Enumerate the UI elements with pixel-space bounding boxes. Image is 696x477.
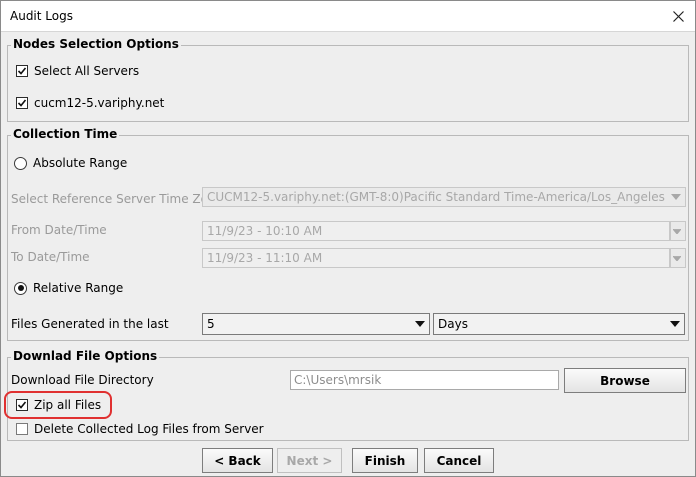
files-generated-unit-select[interactable]: Days <box>433 313 685 335</box>
browse-button[interactable]: Browse <box>564 368 686 393</box>
cancel-button[interactable]: Cancel <box>424 448 494 473</box>
select-all-servers-label: Select All Servers <box>34 64 140 78</box>
close-button[interactable] <box>661 1 695 32</box>
absolute-range-label: Absolute Range <box>33 156 128 170</box>
relative-range-label: Relative Range <box>33 281 124 295</box>
audit-logs-dialog: Audit Logs Nodes Selection Options Selec… <box>0 0 696 477</box>
checkbox-box[interactable] <box>16 423 28 435</box>
zip-all-files-checkbox[interactable]: Zip all Files <box>16 398 101 412</box>
next-button[interactable]: Next > <box>277 448 342 473</box>
files-generated-label: Files Generated in the last <box>11 317 169 331</box>
chevron-down-icon <box>411 314 429 334</box>
ref-time-zone-label: Select Reference Server Time Zo... <box>11 192 220 206</box>
relative-range-radio[interactable]: Relative Range <box>14 281 123 295</box>
server-label: cucm12-5.variphy.net <box>34 96 165 110</box>
files-generated-count-select[interactable]: 5 <box>202 313 430 335</box>
checkbox-box[interactable] <box>16 399 28 411</box>
browse-button-label: Browse <box>600 373 650 388</box>
close-icon <box>672 11 684 22</box>
finish-button-label: Finish <box>364 453 406 468</box>
chevron-down-icon <box>669 222 685 240</box>
nodes-selection-group: Nodes Selection Options <box>7 37 689 122</box>
ref-time-zone-select[interactable]: CUCM12-5.variphy.net:(GMT-8:0)Pacific St… <box>202 187 686 207</box>
ref-time-zone-value: CUCM12-5.variphy.net:(GMT-8:0)Pacific St… <box>207 190 665 204</box>
absolute-range-radio[interactable]: Absolute Range <box>14 156 127 170</box>
collection-time-title: Collection Time <box>11 127 120 141</box>
download-directory-input[interactable]: C:\Users\mrsik <box>290 370 559 390</box>
checkbox-box[interactable] <box>16 97 28 109</box>
to-date-field[interactable]: 11/9/23 - 11:10 AM <box>202 248 670 268</box>
from-date-dropdown-button[interactable] <box>670 221 686 241</box>
files-generated-unit-value: Days <box>438 317 468 331</box>
from-date-value: 11/9/23 - 10:10 AM <box>207 224 323 238</box>
select-all-servers-checkbox[interactable]: Select All Servers <box>16 64 139 78</box>
zip-all-files-label: Zip all Files <box>34 398 102 412</box>
checkbox-box[interactable] <box>16 65 28 77</box>
delete-log-files-label: Delete Collected Log Files from Server <box>34 422 264 436</box>
to-date-dropdown-button[interactable] <box>670 248 686 268</box>
nodes-selection-title: Nodes Selection Options <box>11 37 181 51</box>
files-generated-count-value: 5 <box>207 317 215 331</box>
to-date-label: To Date/Time <box>11 250 90 264</box>
finish-button[interactable]: Finish <box>352 448 418 473</box>
to-date-value: 11/9/23 - 11:10 AM <box>207 251 323 265</box>
window-title: Audit Logs <box>10 9 73 23</box>
title-bar: Audit Logs <box>1 1 695 32</box>
checkmark-icon <box>17 401 27 409</box>
chevron-down-icon <box>666 314 684 334</box>
checkmark-icon <box>17 99 27 107</box>
radio-circle[interactable] <box>14 156 27 170</box>
chevron-down-icon <box>669 249 685 267</box>
delete-log-files-checkbox[interactable]: Delete Collected Log Files from Server <box>16 422 264 436</box>
download-directory-value: C:\Users\mrsik <box>294 373 382 387</box>
next-button-label: Next > <box>286 453 333 468</box>
cancel-button-label: Cancel <box>436 453 482 468</box>
chevron-down-icon <box>667 188 685 206</box>
download-directory-label: Download File Directory <box>11 373 154 387</box>
back-button[interactable]: < Back <box>202 448 273 473</box>
checkmark-icon <box>17 67 27 75</box>
download-options-title: Downlad File Options <box>11 349 160 363</box>
radio-circle[interactable] <box>14 281 27 295</box>
server-checkbox[interactable]: cucm12-5.variphy.net <box>16 96 164 110</box>
from-date-label: From Date/Time <box>11 223 107 237</box>
from-date-field[interactable]: 11/9/23 - 10:10 AM <box>202 221 670 241</box>
back-button-label: < Back <box>214 453 261 468</box>
